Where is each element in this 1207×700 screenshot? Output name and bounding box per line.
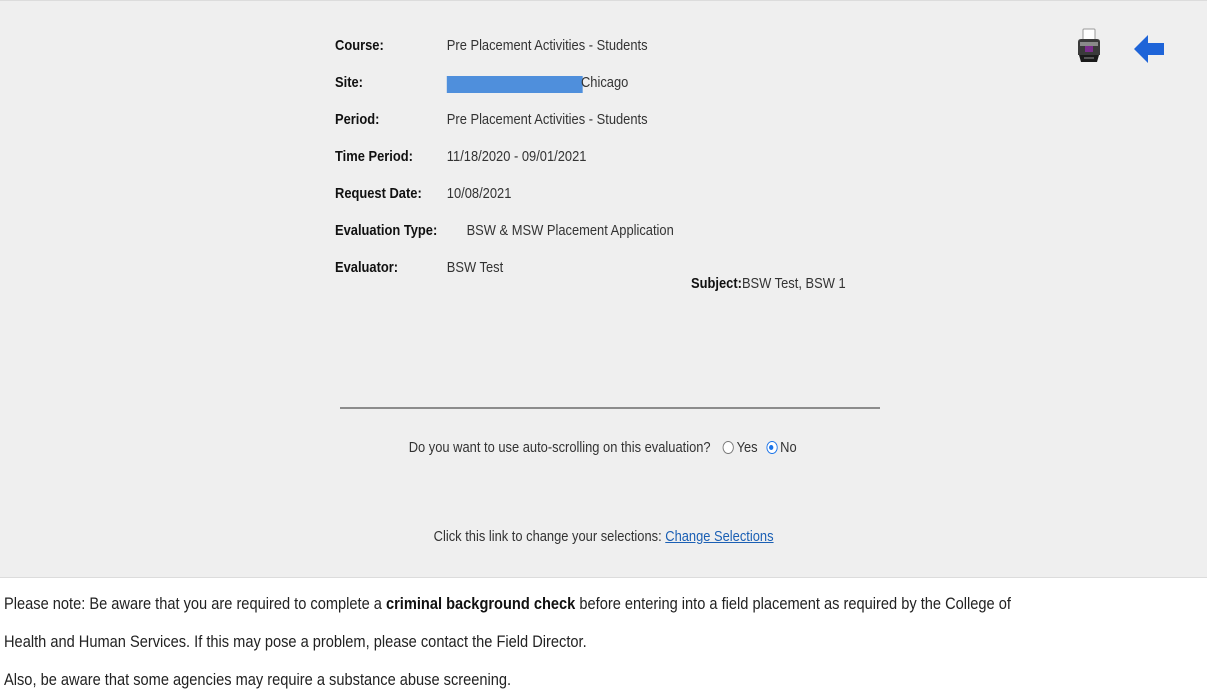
background-check-note: Please note: Be aware that you are requi… <box>4 585 1207 699</box>
evaluation-type-value: BSW & MSW Placement Application <box>466 222 674 239</box>
period-row: Period: Pre Placement Activities - Stude… <box>335 101 817 138</box>
subject-value: BSW Test, BSW 1 <box>741 275 846 292</box>
site-label: Site: <box>335 74 363 91</box>
back-arrow-icon[interactable] <box>1134 35 1164 63</box>
course-value: Pre Placement Activities - Students <box>446 37 648 54</box>
evaluation-type-label: Evaluation Type: <box>335 222 438 239</box>
request-date-value: 10/08/2021 <box>446 185 512 202</box>
evaluation-details: Course: Pre Placement Activities - Stude… <box>335 27 895 292</box>
note-line-1: Please note: Be aware that you are requi… <box>4 594 1011 613</box>
time-period-row: Time Period: 11/18/2020 - 09/01/2021 <box>335 138 817 175</box>
printer-icon[interactable] <box>1076 28 1102 64</box>
autoscroll-question: Do you want to use auto-scrolling on thi… <box>408 439 711 456</box>
divider <box>340 407 880 409</box>
course-label: Course: <box>335 37 384 54</box>
request-date-label: Request Date: <box>335 185 422 202</box>
change-selections-link[interactable]: Change Selections <box>665 528 773 545</box>
time-period-value: 11/18/2020 - 09/01/2021 <box>446 148 587 165</box>
evaluator-row: Evaluator: BSW Test Subject:BSW Test, BS… <box>335 249 846 292</box>
page: Course: Pre Placement Activities - Stude… <box>0 0 1207 700</box>
site-redaction <box>446 76 583 93</box>
request-date-row: Request Date: 10/08/2021 <box>335 175 817 212</box>
change-selections-line: Click this link to change your selection… <box>0 526 1207 548</box>
note-line-3: Also, be aware that some agencies may re… <box>4 670 512 689</box>
evaluator-label: Evaluator: <box>335 259 399 276</box>
autoscroll-no-radio[interactable] <box>766 441 778 454</box>
site-row: Site: Chicago <box>335 64 817 101</box>
time-period-label: Time Period: <box>335 148 413 165</box>
period-value: Pre Placement Activities - Students <box>446 111 648 128</box>
autoscroll-no-label[interactable]: No <box>780 439 797 456</box>
subject-label: Subject: <box>691 275 742 292</box>
period-label: Period: <box>335 111 380 128</box>
autoscroll-yes-label[interactable]: Yes <box>737 439 758 456</box>
course-row: Course: Pre Placement Activities - Stude… <box>335 27 817 64</box>
subject: Subject:BSW Test, BSW 1 <box>691 265 846 302</box>
autoscroll-yes-radio[interactable] <box>722 441 734 454</box>
evaluator-value: BSW Test <box>446 259 504 276</box>
note-line-2: Health and Human Services. If this may p… <box>4 632 587 651</box>
change-selections-prompt: Click this link to change your selection… <box>433 528 662 545</box>
note-emphasis: criminal background check <box>385 594 576 613</box>
evaluation-type-row: Evaluation Type: BSW & MSW Placement App… <box>335 212 817 249</box>
site-value: Chicago <box>580 74 629 91</box>
evaluation-header-panel: Course: Pre Placement Activities - Stude… <box>0 0 1207 578</box>
autoscroll-setting: Do you want to use auto-scrolling on thi… <box>0 437 1207 459</box>
